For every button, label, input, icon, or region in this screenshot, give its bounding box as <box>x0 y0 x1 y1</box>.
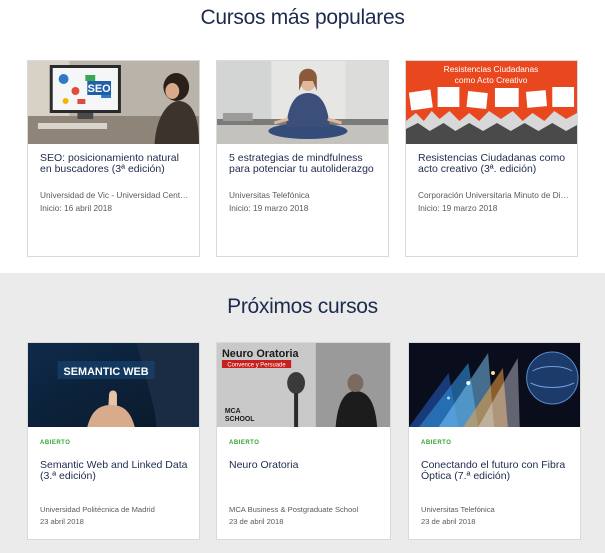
course-title[interactable]: Conectando el futuro con Fibra Óptica (7… <box>421 460 570 482</box>
course-title[interactable]: SEO: posicionamiento natural en buscador… <box>40 153 189 175</box>
course-thumbnail-mindfulness[interactable] <box>217 61 388 144</box>
course-thumbnail-resistencias[interactable]: Resistencias Ciudadanas como Acto Creati… <box>406 61 577 144</box>
course-card-resistencias[interactable]: Resistencias Ciudadanas como Acto Creati… <box>405 60 578 257</box>
course-title[interactable]: 5 estrategias de mindfulness para potenc… <box>229 153 378 175</box>
course-start-date: Inicio: 16 abril 2018 <box>40 203 112 213</box>
popular-section-title: Cursos más populares <box>200 6 405 29</box>
course-start-date: 23 de abril 2018 <box>421 517 476 526</box>
course-thumbnail-fibra-optica[interactable] <box>409 343 580 427</box>
course-card-mindfulness[interactable]: 5 estrategias de mindfulness para potenc… <box>216 60 389 257</box>
upcoming-section-title: Próximos cursos <box>227 295 378 318</box>
status-badge: ABIERTO <box>40 440 71 446</box>
upcoming-section: Próximos cursos SEMANTIC WEB ABIERTO Sem… <box>0 273 605 553</box>
thumbnail-neuro-subtitle: Convence y Persuade <box>227 362 286 368</box>
status-badge: ABIERTO <box>229 440 260 446</box>
thumbnail-seo-text: SEO <box>88 83 111 95</box>
thumbnail-school-logo: SCHOOL <box>225 416 255 423</box>
course-card-fibra-optica[interactable]: ABIERTO Conectando el futuro con Fibra Ó… <box>408 342 581 540</box>
course-thumbnail-seo[interactable]: SEO <box>28 61 199 144</box>
course-start-date: Inicio: 19 marzo 2018 <box>229 203 309 213</box>
course-title[interactable]: Resistencias Ciudadanas como acto creati… <box>418 153 567 175</box>
popular-section: Cursos más populares SEO SEO: posicionam… <box>0 0 605 273</box>
course-start-date: Inicio: 19 marzo 2018 <box>418 203 498 213</box>
course-organization: Universidad de Vic - Universidad Central… <box>40 190 191 200</box>
thumbnail-mca-logo: MCA <box>225 408 241 415</box>
thumbnail-resistencias-line1: Resistencias Ciudadanas <box>444 64 539 74</box>
course-thumbnail-semantic-web[interactable]: SEMANTIC WEB <box>28 343 199 427</box>
thumbnail-semantic-web-text: SEMANTIC WEB <box>64 366 149 378</box>
course-start-date: 23 abril 2018 <box>40 517 84 526</box>
course-start-date: 23 de abril 2018 <box>229 517 284 526</box>
course-organization: MCA Business & Postgraduate School <box>229 505 359 514</box>
course-organization: Universitas Telefónica <box>229 190 310 200</box>
course-title[interactable]: Neuro Oratoria <box>229 460 380 471</box>
course-organization: Universitas Telefónica <box>421 505 495 514</box>
status-badge: ABIERTO <box>421 440 452 446</box>
course-card-neuro-oratoria[interactable]: Neuro Oratoria Convence y Persuade MCA S… <box>216 342 391 540</box>
course-organization: Corporación Universitaria Minuto de Dios <box>418 190 569 200</box>
thumbnail-neuro-title: Neuro Oratoria <box>222 348 300 360</box>
course-organization: Universidad Politécnica de Madrid <box>40 505 155 514</box>
course-card-semantic-web[interactable]: SEMANTIC WEB ABIERTO Semantic Web and Li… <box>27 342 200 540</box>
course-thumbnail-neuro-oratoria[interactable]: Neuro Oratoria Convence y Persuade MCA S… <box>217 343 390 427</box>
course-title[interactable]: Semantic Web and Linked Data (3.ª edició… <box>40 460 189 482</box>
thumbnail-resistencias-line2: como Acto Creativo <box>455 75 528 85</box>
course-card-seo[interactable]: SEO SEO: posicionamiento natural en busc… <box>27 60 200 257</box>
